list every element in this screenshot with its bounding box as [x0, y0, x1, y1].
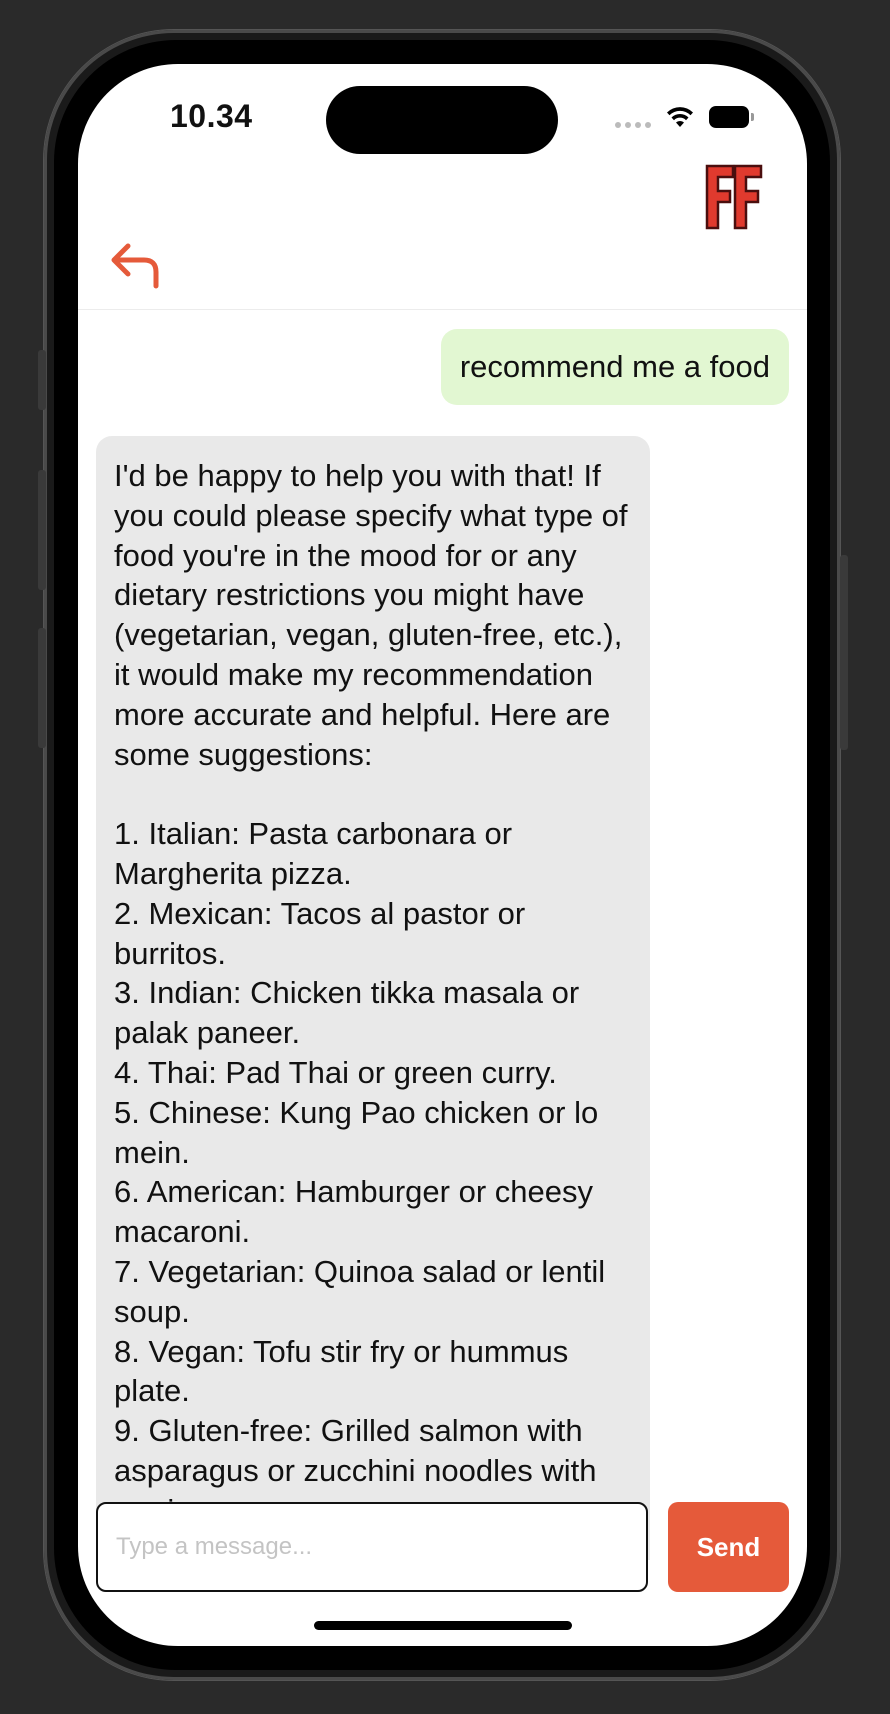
- wifi-icon: [667, 107, 693, 127]
- message-composer: Send: [96, 1502, 789, 1592]
- status-icons: [615, 104, 754, 130]
- power-button: [840, 555, 848, 750]
- battery-icon: [709, 106, 754, 128]
- mute-switch: [38, 350, 46, 410]
- home-indicator[interactable]: [314, 1621, 572, 1630]
- volume-down-button: [38, 628, 46, 748]
- dynamic-island: [326, 86, 558, 154]
- message-input[interactable]: [96, 1502, 648, 1592]
- send-button[interactable]: Send: [668, 1502, 789, 1592]
- cellular-signal-icon: [615, 104, 651, 130]
- phone-screen: 10.34 recommend me a food I'd be happy t…: [78, 64, 807, 1646]
- chat-thread[interactable]: recommend me a food I'd be happy to help…: [78, 310, 807, 1560]
- back-arrow-icon[interactable]: [106, 240, 162, 296]
- assistant-message-bubble: I'd be happy to help you with that! If y…: [96, 436, 650, 1560]
- status-time: 10.34: [170, 98, 253, 134]
- ff-logo-icon: [705, 164, 763, 230]
- user-message-bubble: recommend me a food: [440, 329, 789, 405]
- volume-up-button: [38, 470, 46, 590]
- app-header: [78, 164, 807, 310]
